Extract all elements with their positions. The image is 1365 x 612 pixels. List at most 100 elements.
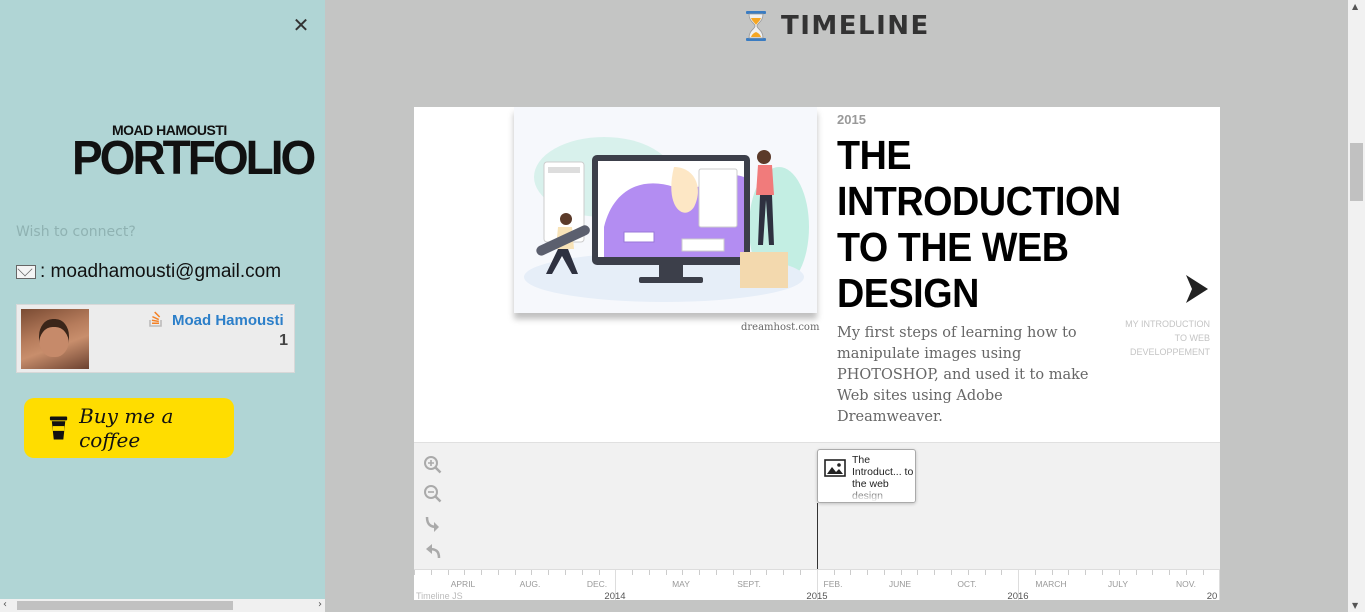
coffee-cup-icon [49, 416, 68, 440]
axis-tick [783, 570, 785, 575]
axis-tick [766, 570, 768, 575]
scroll-down-icon[interactable]: ▼ [1352, 601, 1358, 610]
timeline-marker[interactable]: The Introduct... to the web design [817, 449, 916, 503]
time-axis: APRIL AUG. DEC. MAY SEPT. FEB. JUNE OCT.… [414, 569, 1220, 600]
axis-year: 2015 [806, 591, 828, 600]
axis-tick [799, 570, 801, 575]
email-text: : moadhamousti@gmail.com [40, 261, 282, 282]
axis-month: APRIL [450, 579, 476, 589]
stackoverflow-icon [149, 311, 162, 327]
coffee-label: Buy me a coffee [79, 404, 174, 452]
axis-tick [1068, 570, 1070, 575]
axis-tick [917, 570, 919, 575]
axis-tick [682, 570, 684, 575]
axis-tick [967, 570, 969, 575]
axis-tick [867, 570, 869, 575]
axis-month: OCT. [957, 579, 977, 589]
slide-headline: THE INTRODUCTION TO THE WEB DESIGN [837, 132, 1121, 316]
axis-tick [648, 570, 650, 575]
envelope-icon [16, 265, 36, 279]
stackoverflow-username[interactable]: Moad Hamousti [172, 312, 284, 329]
axis-tick [1118, 570, 1120, 575]
axis-tick [481, 570, 483, 575]
axis-month: DEC. [586, 579, 608, 589]
zoom-in-icon[interactable] [423, 455, 443, 475]
axis-month: JULY [1107, 579, 1129, 589]
axis-tick [598, 570, 600, 575]
axis-tick [464, 570, 466, 575]
axis-tick [1169, 570, 1171, 575]
next-slide-arrow-icon[interactable] [1184, 273, 1210, 305]
timelinejs-credit[interactable]: Timeline JS [416, 591, 463, 600]
axis-tick [497, 570, 499, 575]
slide-year: 2015 [837, 112, 866, 127]
scroll-right-icon[interactable]: › [318, 599, 322, 610]
logo-portfolio: PORTFOLIO [72, 129, 316, 185]
axis-tick [414, 570, 415, 575]
axis-tick [548, 570, 550, 575]
axis-tick [665, 570, 667, 575]
axis-month: JUNE [888, 579, 912, 589]
axis-month: MAY [672, 579, 690, 589]
scroll-up-icon[interactable]: ▲ [1352, 2, 1358, 11]
media-credit[interactable]: dreamhost.com [741, 322, 819, 333]
sidebar: ✕ MOAD HAMOUSTI PORTFOLIO Wish to connec… [0, 0, 325, 612]
axis-year: 2014 [604, 591, 626, 600]
axis-month: FEB. [823, 579, 843, 589]
axis-tick [732, 570, 734, 575]
axis-tick [1001, 570, 1003, 575]
axis-tick [833, 570, 835, 575]
axis-tick [632, 570, 634, 575]
back-to-start-icon[interactable] [423, 542, 443, 562]
avatar [21, 309, 89, 369]
axis-tick [716, 570, 718, 575]
axis-month: AUG. [519, 579, 541, 589]
hourglass-icon [746, 11, 766, 41]
axis-tick [1152, 570, 1154, 575]
buy-coffee-button[interactable]: Buy me a coffee [24, 398, 234, 458]
axis-tick [531, 570, 533, 575]
axis-month: MARCH [1035, 579, 1067, 589]
scrollbar-thumb[interactable] [1350, 143, 1363, 201]
axis-year: 20 [1206, 591, 1218, 600]
axis-tick [1135, 570, 1137, 575]
forward-icon[interactable] [423, 513, 443, 533]
timeline-widget: dreamhost.com 2015 THE INTRODUCTION TO T… [414, 107, 1220, 600]
page-title: TIMELINE [781, 11, 930, 41]
axis-tick [749, 570, 751, 575]
scrollbar-thumb[interactable] [17, 601, 233, 610]
email-contact[interactable]: : moadhamousti@gmail.com [16, 261, 281, 283]
image-icon [824, 459, 846, 477]
axis-tick [984, 570, 986, 575]
axis-tick [1101, 570, 1103, 575]
page-header: TIMELINE [745, 10, 930, 42]
axis-tick [1185, 570, 1187, 575]
axis-tick [699, 570, 701, 575]
scroll-left-icon[interactable]: ‹ [3, 599, 7, 610]
axis-tick [514, 570, 516, 575]
axis-tick [581, 570, 583, 575]
axis-tick [883, 570, 885, 575]
axis-month: NOV. [1175, 579, 1197, 589]
axis-year: 2016 [1007, 591, 1029, 600]
slide-description: My first steps of learning how to manipu… [837, 325, 1089, 425]
axis-tick [1085, 570, 1087, 575]
close-sidebar-button[interactable]: ✕ [291, 14, 311, 36]
next-slide-label[interactable]: MY INTRODUCTION TO WEB DEVELOPPEMENT [1120, 317, 1210, 359]
sidebar-horizontal-scrollbar[interactable]: ‹ › [0, 599, 325, 612]
marker-line [817, 503, 818, 571]
stackoverflow-flair[interactable]: Moad Hamousti 1 [16, 304, 295, 373]
axis-tick [950, 570, 952, 575]
connect-label: Wish to connect? [16, 224, 136, 240]
slide-illustration [514, 107, 817, 313]
zoom-out-icon[interactable] [423, 484, 443, 504]
axis-tick [447, 570, 449, 575]
axis-tick [850, 570, 852, 575]
portfolio-logo: MOAD HAMOUSTI PORTFOLIO [72, 122, 316, 184]
page-vertical-scrollbar[interactable]: ▲ ▼ [1348, 0, 1365, 612]
axis-tick [900, 570, 902, 575]
axis-tick [1034, 570, 1036, 575]
timeline-navigation: The Introduct... to the web design APRIL… [414, 442, 1220, 600]
axis-tick [1051, 570, 1053, 575]
axis-tick [565, 570, 567, 575]
